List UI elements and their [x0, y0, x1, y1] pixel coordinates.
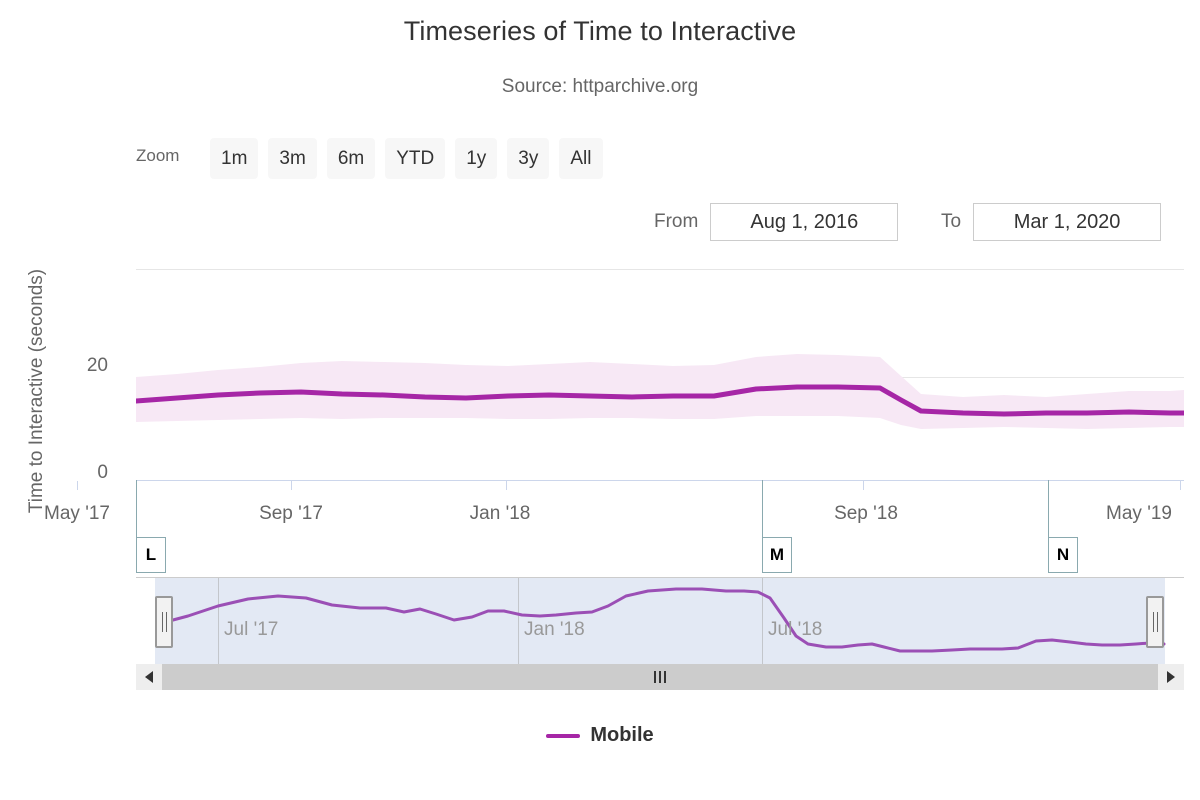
x-tick-may-19: [1180, 481, 1181, 490]
navigator-label-jul-18: Jul '18: [768, 619, 823, 640]
navigator-handle-left[interactable]: [155, 596, 173, 648]
y-axis-title: Time to Interactive (seconds): [26, 268, 47, 514]
series-svg: [136, 269, 1184, 429]
range-button-6m[interactable]: 6m: [326, 138, 376, 179]
range-button-3m[interactable]: 3m: [268, 138, 317, 179]
flag-line-l: [136, 480, 137, 537]
range-button-1y[interactable]: 1y: [455, 138, 498, 179]
flag-m[interactable]: M: [762, 537, 792, 573]
to-date-group: To Mar 1, 2020: [941, 203, 1162, 241]
range-button-all[interactable]: All: [559, 138, 603, 179]
navigator-scrollbar[interactable]: [136, 664, 1184, 690]
from-date-input[interactable]: Aug 1, 2016: [710, 203, 899, 241]
chart-title: Timeseries of Time to Interactive: [403, 16, 797, 46]
x-tick-label-sep-17: Sep '17: [259, 503, 323, 524]
y-tick-label-0: 0: [97, 462, 108, 483]
flag-l[interactable]: L: [136, 537, 166, 573]
chevron-left-icon: [145, 671, 153, 683]
navigator-series-svg: [156, 587, 1166, 653]
chart-subtitle: Source: httparchive.org: [501, 76, 699, 97]
scrollbar-grip-bar: [664, 671, 666, 683]
scrollbar-right-arrow-button[interactable]: [1158, 664, 1184, 690]
x-tick-label-jan-18: Jan '18: [469, 503, 531, 524]
handle-grip-bar: [165, 612, 167, 632]
legend-item-mobile[interactable]: Mobile: [590, 724, 653, 747]
scrollbar-left-arrow-button[interactable]: [136, 664, 162, 690]
navigator-series-line: [156, 587, 1166, 653]
x-tick-sep-17: [291, 481, 292, 490]
range-button-1m[interactable]: 1m: [210, 138, 259, 179]
from-label: From: [654, 211, 699, 232]
x-tick-label-may-19: May '19: [1106, 503, 1172, 524]
y-tick-label-20: 20: [86, 355, 108, 376]
range-button-ytd[interactable]: YTD: [385, 138, 446, 179]
x-tick-sep-18: [863, 481, 864, 490]
handle-grip-bar: [161, 612, 163, 632]
x-tick-label-sep-18: Sep '18: [834, 503, 898, 524]
zoom-label: Zoom: [136, 146, 180, 165]
flag-line-n: [1048, 480, 1049, 537]
navigator[interactable]: Jul '17 Jan '18 Jul '18: [136, 578, 1184, 666]
flag-n[interactable]: N: [1048, 537, 1078, 573]
x-tick-label-may-17: May '17: [44, 503, 110, 524]
range-selector-buttons: 1m 3m 6m YTD 1y 3y All: [210, 138, 603, 179]
to-label: To: [941, 211, 962, 232]
legend: Mobile: [0, 724, 1200, 747]
x-tick-jan-18: [506, 481, 507, 490]
scrollbar-grip-bar: [659, 671, 661, 683]
from-date-group: From Aug 1, 2016: [654, 203, 899, 241]
x-tick-may-17: [77, 481, 78, 490]
range-button-3y[interactable]: 3y: [507, 138, 550, 179]
scrollbar-thumb[interactable]: [162, 664, 1158, 690]
flag-line-m: [762, 480, 763, 537]
highcharts-stock-chart: Timeseries of Time to Interactive Source…: [0, 0, 1200, 800]
navigator-label-jan-18: Jan '18: [524, 619, 585, 640]
navigator-handle-right[interactable]: [1146, 596, 1164, 648]
handle-grip-bar: [1152, 612, 1154, 632]
legend-swatch-mobile: [546, 733, 581, 738]
to-date-input[interactable]: Mar 1, 2020: [973, 203, 1162, 241]
navigator-label-jul-17: Jul '17: [224, 619, 279, 640]
handle-grip-bar: [1156, 612, 1158, 632]
chevron-right-icon: [1167, 671, 1175, 683]
plot-area: [136, 258, 1184, 480]
scrollbar-grip-bar: [654, 671, 656, 683]
x-axis-line: [136, 480, 1184, 481]
